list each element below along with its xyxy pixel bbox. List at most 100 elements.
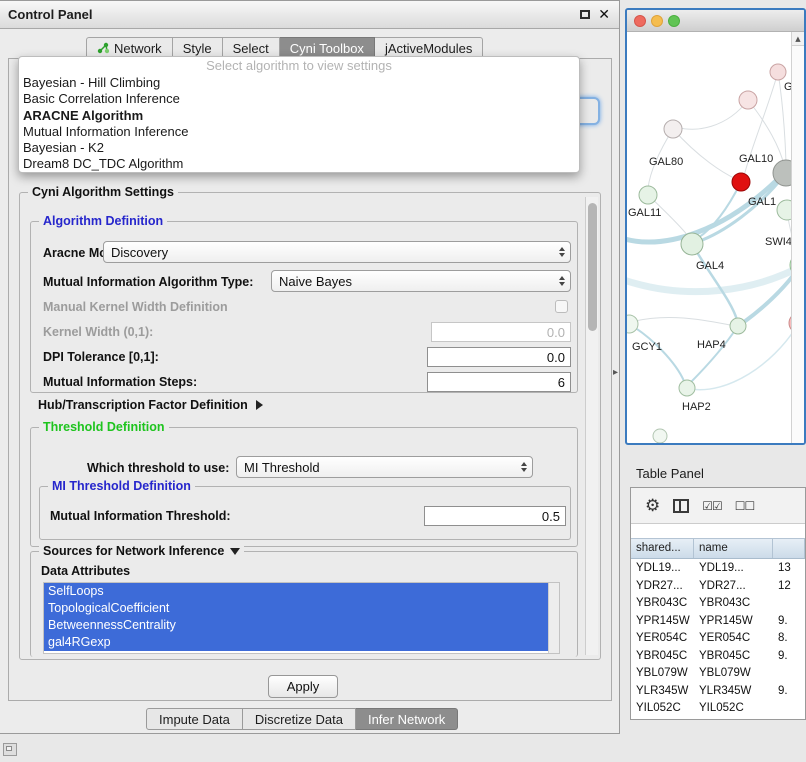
table-cell: YER054C	[631, 630, 694, 648]
algorithm-option-bayesian-hill-climbing[interactable]: Bayesian - Hill Climbing	[19, 75, 579, 91]
settings-scrollbar-thumb[interactable]	[588, 203, 597, 331]
which-threshold-select[interactable]: MI Threshold	[236, 456, 533, 478]
network-node[interactable]	[639, 186, 657, 204]
column-header-name[interactable]: name	[694, 539, 773, 558]
kernel-width-value: 0.0	[547, 325, 565, 340]
table-row[interactable]: YDL19...YDL19...13	[631, 560, 805, 578]
tab-label: Style	[183, 41, 212, 56]
table-cell: YPR145W	[631, 613, 694, 631]
aracne-mode-value: Discovery	[111, 245, 168, 260]
algorithm-option-basic-correlation-inference[interactable]: Basic Correlation Inference	[19, 91, 579, 107]
mi-threshold-input[interactable]: 0.5	[424, 506, 566, 526]
kernel-width-input[interactable]: 0.0	[431, 322, 571, 342]
select-all-checks-icon[interactable]: ☑☑	[702, 499, 722, 513]
table-row[interactable]: YLR345WYLR345W9.	[631, 683, 805, 701]
algorithm-option-dream8-dc-tdc-algorithm[interactable]: Dream8 DC_TDC Algorithm	[19, 156, 579, 172]
deselect-all-checks-icon[interactable]: ☐☐	[735, 499, 755, 513]
splitter-collapse-icon[interactable]: ▸	[613, 367, 618, 378]
sources-group-title-row[interactable]: Sources for Network Inference	[39, 544, 244, 558]
dpi-tolerance-label: DPI Tolerance [0,1]:	[43, 350, 159, 364]
tab-label: Cyni Toolbox	[290, 41, 364, 56]
apply-button[interactable]: Apply	[268, 675, 338, 698]
mi-algorithm-type-select[interactable]: Naive Bayes	[271, 270, 571, 292]
table-panel-title: Table Panel	[636, 466, 704, 481]
table-cell: YDR27...	[694, 578, 773, 596]
network-node[interactable]	[770, 64, 786, 80]
table-row[interactable]: YER054CYER054C8.	[631, 630, 805, 648]
table-body: YDL19...YDL19...13YDR27...YDR27...12YBR0…	[631, 560, 805, 719]
dpi-tolerance-input[interactable]: 0.0	[427, 347, 571, 367]
bottom-tab-infer-network[interactable]: Infer Network	[356, 708, 458, 730]
node-label-gal80: GAL80	[649, 156, 683, 168]
which-threshold-label: Which threshold to use:	[87, 461, 229, 475]
minimize-traffic-light[interactable]	[651, 15, 663, 27]
bottom-tab-discretize-data[interactable]: Discretize Data	[243, 708, 356, 730]
network-scrollbar[interactable]: ▲	[791, 32, 804, 443]
network-graph[interactable]: GALGAL80GAL10GAL1GAL11SWI4GAL4GCY1HAP4YH…	[627, 32, 804, 443]
table-row[interactable]: YBL079WYBL079W	[631, 665, 805, 683]
settings-scrollbar[interactable]	[585, 197, 598, 655]
control-panel-window: Control Panel ✕ NetworkStyleSelectCyni T…	[0, 0, 620, 734]
sources-group: Sources for Network Inference Data Attri…	[30, 551, 578, 657]
table-cell: YLR345W	[631, 683, 694, 701]
network-node[interactable]	[627, 315, 638, 333]
attribute-item-topologicalcoefficient[interactable]: TopologicalCoefficient	[44, 600, 549, 617]
zoom-traffic-light[interactable]	[668, 15, 680, 27]
algorithm-option-aracne-algorithm[interactable]: ARACNE Algorithm	[19, 108, 579, 124]
network-node[interactable]	[730, 318, 746, 334]
column-header-2[interactable]	[773, 539, 805, 558]
column-header-shared-[interactable]: shared...	[631, 539, 694, 558]
algorithm-dropdown-list: Bayesian - Hill ClimbingBasic Correlatio…	[19, 75, 579, 173]
tab-label: Select	[233, 41, 269, 56]
table-cell: YBR043C	[631, 595, 694, 613]
network-node[interactable]	[664, 120, 682, 138]
sources-group-title: Sources for Network Inference	[43, 544, 224, 558]
float-window-icon[interactable]	[580, 10, 590, 19]
gear-icon[interactable]: ⚙	[645, 496, 660, 516]
table-row[interactable]: YBR043CYBR043C	[631, 595, 805, 613]
close-icon[interactable]: ✕	[598, 9, 610, 21]
network-node[interactable]	[732, 173, 750, 191]
algorithm-option-mutual-information-inference[interactable]: Mutual Information Inference	[19, 124, 579, 140]
table-row[interactable]: YDR27...YDR27...12	[631, 578, 805, 596]
node-label-hap2: HAP2	[682, 401, 711, 413]
network-node[interactable]	[681, 233, 703, 255]
columns-icon[interactable]	[673, 499, 689, 513]
table-cell: YIL052C	[694, 700, 773, 718]
threshold-definition-title: Threshold Definition	[39, 420, 169, 434]
network-node[interactable]	[679, 380, 695, 396]
algorithm-option-bayesian-k2[interactable]: Bayesian - K2	[19, 140, 579, 156]
bottom-tab-impute-data[interactable]: Impute Data	[146, 708, 243, 730]
hub-factor-section-toggle[interactable]: Hub/Transcription Factor Definition	[38, 398, 263, 412]
attribute-item-gal4rgexp[interactable]: gal4RGexp	[44, 634, 549, 651]
network-node-labels: GALGAL80GAL10GAL1GAL11SWI4GAL4GCY1HAP4YH…	[628, 81, 804, 413]
chevron-down-icon	[230, 548, 240, 555]
table-cell: YDL19...	[694, 560, 773, 578]
table-panel-window: ⚙ ☑☑ ☐☐ shared...name YDL19...YDL19...13…	[630, 487, 806, 720]
mi-steps-input[interactable]: 6	[427, 372, 571, 392]
attributes-scrollbar[interactable]	[548, 583, 559, 653]
panel-corner-icon[interactable]	[3, 743, 17, 756]
table-header: shared...name	[631, 538, 805, 559]
dpi-tolerance-value: 0.0	[547, 350, 565, 365]
table-row[interactable]: YPR145WYPR145W9.	[631, 613, 805, 631]
table-row[interactable]: YBR045CYBR045C9.	[631, 648, 805, 666]
table-row[interactable]: YIL052CYIL052C	[631, 700, 805, 718]
node-label-hap4: HAP4	[697, 339, 726, 351]
mi-steps-value: 6	[558, 375, 565, 390]
attribute-item-betweennesscentrality[interactable]: BetweennessCentrality	[44, 617, 549, 634]
network-node[interactable]	[739, 91, 757, 109]
table-cell: 9.	[773, 648, 805, 666]
network-node[interactable]	[653, 429, 667, 443]
bottom-tabs: Impute DataDiscretize DataInfer Network	[146, 708, 458, 730]
mi-steps-label: Mutual Information Steps:	[43, 375, 197, 389]
attribute-item-selfloops[interactable]: SelfLoops	[44, 583, 549, 600]
scroll-up-icon[interactable]: ▲	[792, 32, 804, 46]
attr-items-container: SelfLoopsTopologicalCoefficientBetweenne…	[44, 583, 559, 651]
mi-threshold-group: MI Threshold Definition Mutual Informati…	[39, 486, 571, 540]
network-nodes	[627, 64, 804, 443]
aracne-mode-select[interactable]: Discovery	[103, 241, 571, 263]
node-label-gal1: GAL1	[748, 196, 776, 208]
close-traffic-light[interactable]	[634, 15, 646, 27]
manual-kernel-checkbox[interactable]	[555, 300, 568, 313]
